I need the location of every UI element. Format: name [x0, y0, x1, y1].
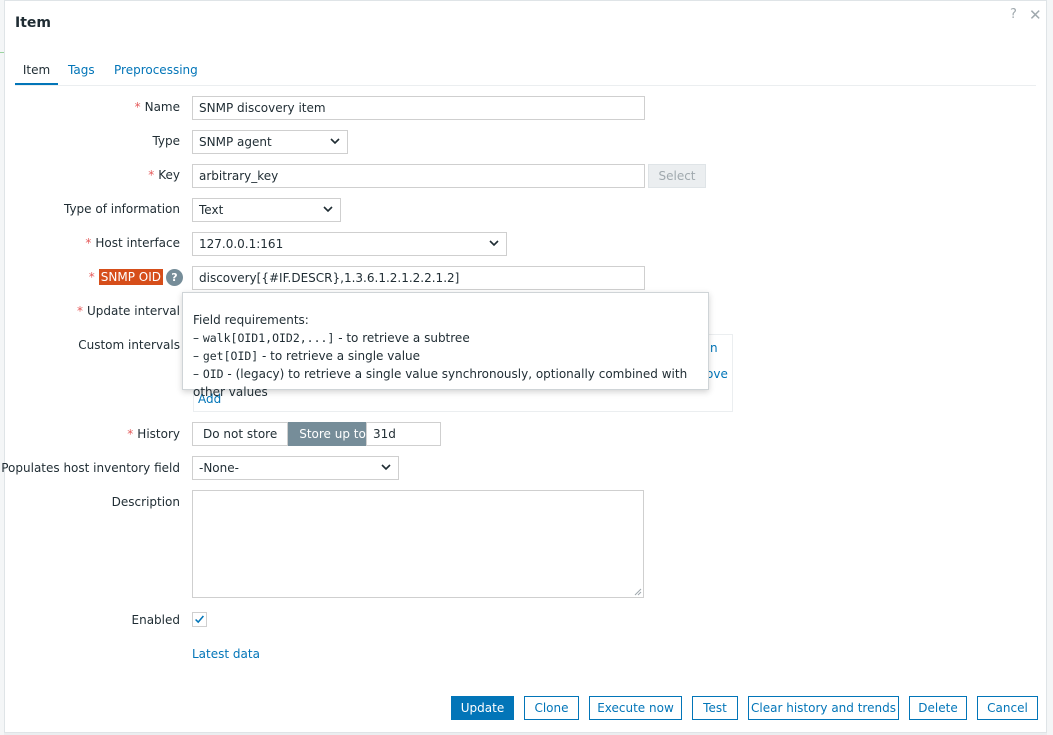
clear-history-button[interactable]: Clear history and trends — [748, 696, 899, 720]
history-mode-toggle: Do not store Store up to — [192, 422, 377, 446]
remove-link[interactable]: ove — [706, 367, 728, 381]
resize-grip-icon[interactable] — [634, 588, 642, 596]
tabs-divider — [15, 85, 1036, 86]
key-select-button[interactable]: Select — [648, 164, 706, 188]
tooltip-line: – OID - (legacy) to retrieve a single va… — [193, 367, 688, 399]
custom-intervals-header-fragment: n — [710, 341, 718, 355]
help-icon[interactable]: ? — [1010, 7, 1017, 22]
inventory-field-select[interactable]: -None- — [192, 456, 399, 480]
update-interval-label: * Update interval — [76, 304, 180, 318]
update-button[interactable]: Update — [451, 696, 514, 720]
snmp-oid-label: * SNMP OID — [88, 269, 163, 285]
chevron-down-icon — [330, 138, 340, 145]
test-button[interactable]: Test — [692, 696, 738, 720]
name-label: * Name — [134, 100, 180, 114]
latest-data-link[interactable]: Latest data — [192, 647, 260, 661]
host-interface-label: * Host interface — [85, 236, 180, 250]
history-store-up-to[interactable]: Store up to — [288, 422, 377, 446]
question-icon[interactable]: ? — [166, 269, 183, 286]
close-icon[interactable]: ✕ — [1029, 6, 1042, 24]
history-label: * History — [127, 427, 180, 441]
delete-button[interactable]: Delete — [909, 696, 967, 720]
description-label: Description — [111, 495, 180, 509]
chevron-down-icon — [489, 240, 499, 247]
enabled-label: Enabled — [131, 613, 181, 627]
key-label: * Key — [148, 168, 180, 182]
type-of-information-label: Type of information — [63, 202, 180, 216]
execute-now-button[interactable]: Execute now — [589, 696, 682, 720]
history-period-input[interactable]: 31d — [366, 422, 441, 446]
snmp-oid-tooltip: Field requirements: – walk[OID1,OID2,...… — [182, 292, 709, 399]
cancel-button[interactable]: Cancel — [977, 696, 1038, 720]
chevron-down-icon — [323, 206, 333, 213]
tab-preprocessing[interactable]: Preprocessing — [114, 61, 198, 86]
dialog-title: Item — [15, 15, 51, 31]
enabled-checkbox[interactable] — [192, 612, 207, 627]
tab-item[interactable]: Item — [15, 61, 58, 86]
name-input[interactable]: SNMP discovery item — [192, 96, 645, 120]
snmp-oid-input[interactable]: discovery[{#IF.DESCR},1.3.6.1.2.1.2.2.1.… — [192, 266, 645, 290]
checkmark-icon — [195, 615, 204, 624]
type-label: Type — [152, 134, 180, 148]
key-input[interactable]: arbitrary_key — [192, 164, 645, 188]
history-do-not-store[interactable]: Do not store — [192, 422, 289, 446]
tooltip-line: – get[OID] - to retrieve a single value — [193, 349, 421, 363]
host-interface-select[interactable]: 127.0.0.1:161 — [192, 232, 507, 256]
tooltip-heading: Field requirements: — [193, 313, 309, 327]
clone-button[interactable]: Clone — [524, 696, 579, 720]
chevron-down-icon — [381, 464, 391, 471]
type-of-information-select[interactable]: Text — [192, 198, 341, 222]
inventory-field-label: Populates host inventory field — [1, 461, 180, 475]
item-dialog: Item ? ✕ Item Tags Preprocessing * Name S… — [1, 0, 1047, 733]
tab-tags[interactable]: Tags — [68, 61, 95, 86]
background-right — [1047, 0, 1053, 735]
custom-intervals-label: Custom intervals — [78, 338, 180, 352]
type-select[interactable]: SNMP agent — [192, 130, 348, 154]
description-textarea[interactable] — [192, 490, 644, 598]
tooltip-line: – walk[OID1,OID2,...] - to retrieve a su… — [193, 331, 470, 345]
